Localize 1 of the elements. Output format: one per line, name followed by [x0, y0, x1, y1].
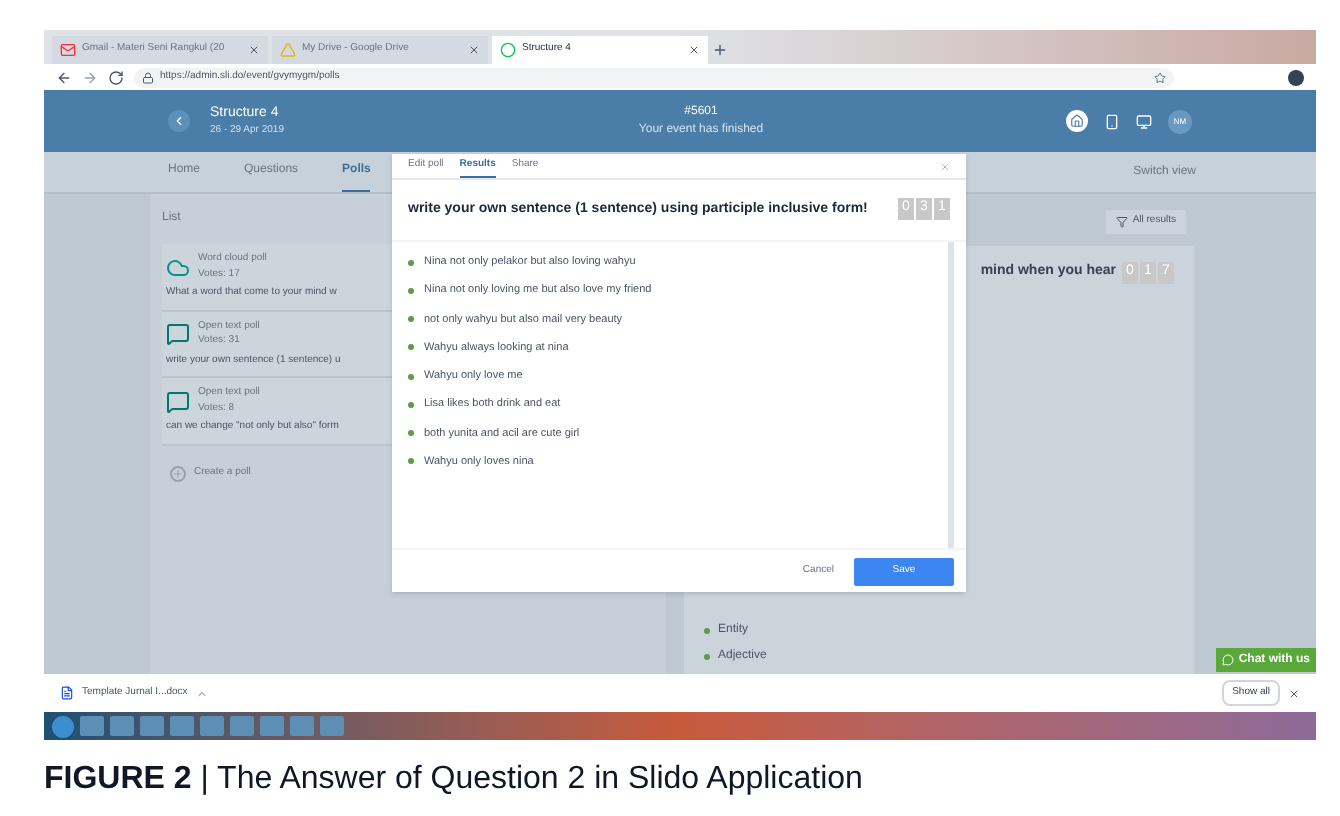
figure-caption: FIGURE 2 | The Answer of Question 2 in Slido Application [44, 760, 863, 800]
